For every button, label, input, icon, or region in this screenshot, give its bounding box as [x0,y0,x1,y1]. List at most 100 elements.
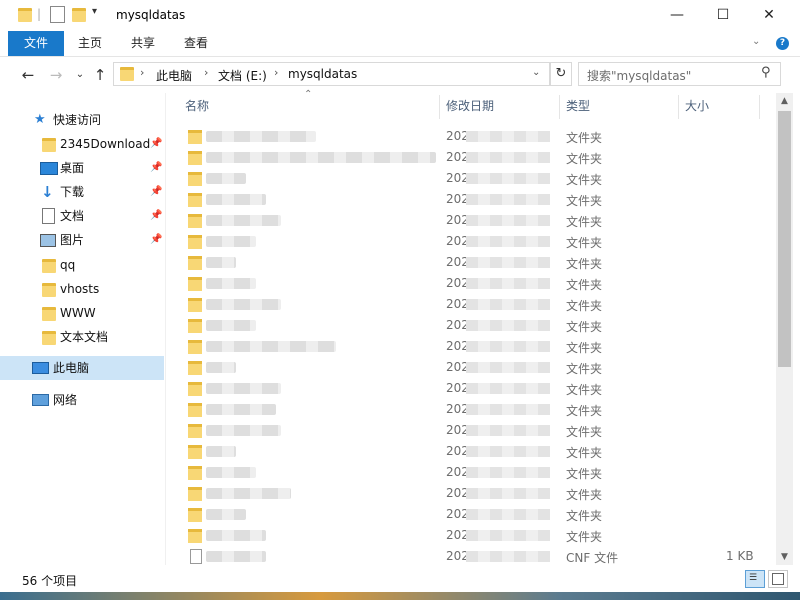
pin-icon[interactable]: 📌 [150,204,162,228]
sidebar-item-pictures[interactable]: 图片 📌 [0,228,165,252]
column-header-name[interactable]: 名称 [185,93,209,119]
address-history-icon[interactable]: ⌄ [532,67,540,78]
date-redacted [466,194,550,205]
properties-icon[interactable] [50,6,65,23]
recent-locations-icon[interactable]: ⌄ [70,65,90,85]
table-row[interactable]: 202 文件夹 [166,294,776,315]
sidebar-item-vhosts[interactable]: vhosts [0,277,165,301]
table-row[interactable]: 202 文件夹 [166,147,776,168]
folder-icon [188,151,202,165]
table-row[interactable]: 202 文件夹 [166,504,776,525]
new-folder-icon[interactable] [72,8,86,22]
column-header-date[interactable]: 修改日期 [446,93,494,119]
column-divider[interactable] [759,95,760,119]
close-button[interactable]: ✕ [746,0,792,31]
expand-ribbon-icon[interactable]: ⌄ [752,36,760,47]
search-placeholder: 搜索"mysqldatas" [587,69,692,83]
table-row[interactable]: 202 文件夹 [166,189,776,210]
file-list: ⌃ 名称 修改日期 类型 大小 202 文件夹 202 文件夹 202 文件夹 202 文件夹… [166,89,776,567]
sidebar-item-www[interactable]: WWW [0,301,165,325]
table-row[interactable]: 202 文件夹 [166,483,776,504]
table-row[interactable]: 202 文件夹 [166,231,776,252]
tab-file[interactable]: 文件 [8,31,64,56]
desktop-background [0,592,800,600]
minimize-button[interactable]: — [654,0,700,31]
pin-icon[interactable]: 📌 [150,132,162,156]
scroll-down-icon[interactable]: ▼ [776,549,793,565]
date-redacted [466,383,550,394]
chevron-right-icon[interactable]: › [204,66,208,79]
table-row[interactable]: 202 文件夹 [166,273,776,294]
date-redacted [466,509,550,520]
sidebar-item-documents[interactable]: 文档 📌 [0,204,165,228]
file-type: 文件夹 [566,383,603,397]
vertical-scrollbar[interactable]: ▲ ▼ [776,93,793,565]
file-type: 文件夹 [566,257,603,271]
table-row[interactable]: 202 文件夹 [166,399,776,420]
table-row[interactable]: 2020 CNF 文件 1 KB [166,546,776,567]
address-bar[interactable]: › 此电脑 › 文档 (E:) › mysqldatas ⌄ [113,62,550,86]
column-header-type[interactable]: 类型 [566,93,590,119]
tab-home[interactable]: 主页 [72,31,108,56]
customize-quick-access-icon[interactable]: ▾ [92,6,97,17]
sidebar-item-network[interactable]: 网络 [0,388,165,412]
search-input[interactable]: 搜索"mysqldatas" ⚲ [578,62,781,86]
file-type: 文件夹 [566,236,603,250]
sidebar-item-downloads[interactable]: ↓ 下载 📌 [0,180,165,204]
file-name-redacted [206,236,256,247]
table-row[interactable]: 202 文件夹 [166,357,776,378]
search-icon[interactable]: ⚲ [761,65,771,80]
up-button[interactable]: ↑ [90,65,110,85]
sidebar-item-desktop[interactable]: 桌面 📌 [0,156,165,180]
breadcrumb-this-pc[interactable]: 此电脑 [156,67,192,84]
pin-icon[interactable]: 📌 [150,228,162,252]
explorer-window: | ▾ mysqldatas — ☐ ✕ 文件 主页 共享 查看 ⌄ ? ← →… [0,0,800,600]
picture-icon [40,234,56,247]
chevron-right-icon[interactable]: › [140,66,144,79]
breadcrumb-drive[interactable]: 文档 (E:) [218,67,267,84]
maximize-button[interactable]: ☐ [700,0,746,31]
details-view-button[interactable]: ☰ [745,570,765,588]
sidebar-item-2345download[interactable]: 2345Download 📌 [0,132,165,156]
table-row[interactable]: 202 文件夹 [166,525,776,546]
table-row[interactable]: 202 文件夹 [166,420,776,441]
sidebar-item-text-documents[interactable]: 文本文档 [0,325,165,349]
column-header-size[interactable]: 大小 [685,93,709,119]
back-button[interactable]: ← [18,65,38,85]
table-row[interactable]: 202 文件夹 [166,252,776,273]
scrollbar-thumb[interactable] [778,111,791,367]
file-type: 文件夹 [566,299,603,313]
table-row[interactable]: 202 文件夹 [166,315,776,336]
folder-icon [188,487,202,501]
table-row[interactable]: 202 文件夹 [166,210,776,231]
table-row[interactable]: 202 文件夹 [166,336,776,357]
sidebar-item-qq[interactable]: qq [0,253,165,277]
date-redacted [466,446,550,457]
pin-icon[interactable]: 📌 [150,180,162,204]
table-row[interactable]: 202 文件夹 [166,462,776,483]
column-divider[interactable] [439,95,440,119]
tab-share[interactable]: 共享 [124,31,162,56]
column-divider[interactable] [678,95,679,119]
chevron-right-icon[interactable]: › [274,66,278,79]
folder-icon [42,331,56,345]
forward-button[interactable]: → [46,65,66,85]
file-name-redacted [206,362,236,373]
table-row[interactable]: 202 文件夹 [166,168,776,189]
table-row[interactable]: 202 文件夹 [166,378,776,399]
column-divider[interactable] [559,95,560,119]
breadcrumb-current[interactable]: mysqldatas [288,67,357,81]
large-icons-view-button[interactable] [768,570,788,588]
help-icon[interactable]: ? [776,37,789,50]
sidebar-item-quick-access[interactable]: ★ 快速访问 [0,108,165,132]
pin-icon[interactable]: 📌 [150,156,162,180]
folder-icon [188,235,202,249]
table-row[interactable]: 202 文件夹 [166,441,776,462]
table-row[interactable]: 202 文件夹 [166,126,776,147]
large-icons-view-icon [772,573,784,585]
sidebar-item-this-pc[interactable]: 此电脑 [0,356,164,380]
file-name-redacted [206,425,281,436]
tab-view[interactable]: 查看 [176,31,216,56]
scroll-up-icon[interactable]: ▲ [776,93,793,109]
refresh-button[interactable]: ↻ [550,62,572,86]
